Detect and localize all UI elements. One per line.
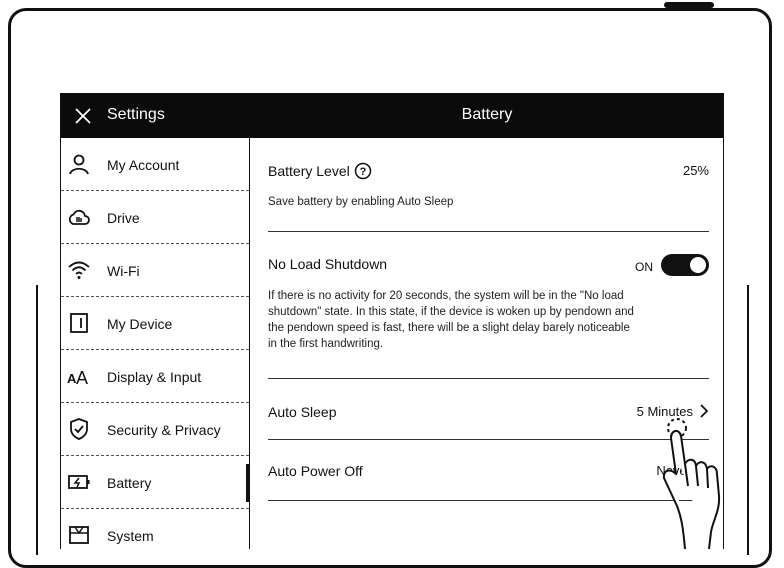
no-load-shutdown-title: No Load Shutdown bbox=[268, 256, 388, 272]
sidebar-item-label: Display & Input bbox=[107, 369, 202, 385]
sidebar-item-label: Drive bbox=[107, 210, 140, 226]
toggle-state-label: ON bbox=[635, 260, 653, 274]
sidebar-item-label: My Device bbox=[107, 316, 173, 332]
title-bar: Settings Battery bbox=[61, 94, 723, 138]
divider bbox=[268, 439, 709, 440]
divider bbox=[268, 231, 709, 232]
device-edge-left bbox=[36, 285, 38, 555]
battery-settings-panel: Battery Level ? 25% Save battery by enab… bbox=[250, 138, 723, 549]
toggle-knob bbox=[690, 257, 706, 273]
sidebar-item-my-device[interactable]: My Device bbox=[61, 297, 249, 350]
person-icon bbox=[69, 154, 89, 175]
device-icon bbox=[70, 313, 88, 333]
auto-sleep-title: Auto Sleep bbox=[268, 404, 337, 420]
settings-screen: Settings Battery My Account Drive Wi-Fi … bbox=[60, 93, 724, 549]
help-icon[interactable]: ? bbox=[354, 162, 372, 180]
settings-title: Settings bbox=[107, 106, 165, 123]
battery-level-description: Save battery by enabling Auto Sleep bbox=[268, 196, 454, 208]
sidebar-item-my-account[interactable]: My Account bbox=[61, 138, 249, 191]
divider bbox=[268, 378, 709, 379]
sidebar-item-drive[interactable]: Drive bbox=[61, 191, 249, 244]
svg-text:?: ? bbox=[359, 166, 366, 178]
auto-power-off-value: Never bbox=[656, 463, 691, 478]
sidebar-item-label: Wi-Fi bbox=[107, 263, 140, 279]
battery-icon bbox=[68, 475, 90, 489]
no-load-shutdown-toggle[interactable] bbox=[661, 254, 709, 276]
battery-level-value: 25% bbox=[682, 163, 709, 178]
system-icon bbox=[69, 526, 89, 544]
chevron-right-icon bbox=[700, 404, 709, 418]
no-load-shutdown-row: No Load Shutdown ON If there is no activ… bbox=[268, 254, 709, 364]
sidebar-item-security-privacy[interactable]: Security & Privacy bbox=[61, 403, 249, 456]
sidebar-item-label: Battery bbox=[107, 475, 152, 491]
sidebar-item-battery[interactable]: Battery bbox=[61, 456, 250, 509]
divider bbox=[268, 500, 709, 501]
auto-sleep-row[interactable]: Auto Sleep 5 Minutes bbox=[268, 401, 709, 431]
sidebar-item-label: Security & Privacy bbox=[107, 422, 221, 438]
battery-level-title: Battery Level ? bbox=[268, 162, 372, 180]
device-edge-right bbox=[747, 285, 749, 555]
auto-sleep-value: 5 Minutes bbox=[636, 404, 693, 419]
sidebar-item-system[interactable]: System bbox=[61, 509, 249, 549]
auto-sleep-value-wrap: 5 Minutes bbox=[637, 404, 709, 419]
no-load-shutdown-description: If there is no activity for 20 seconds, … bbox=[268, 290, 634, 350]
auto-power-off-title: Auto Power Off bbox=[268, 463, 363, 479]
svg-text:A: A bbox=[76, 368, 88, 388]
text-size-icon: A A bbox=[67, 368, 88, 388]
sidebar-item-label: My Account bbox=[107, 157, 180, 173]
auto-power-off-row[interactable]: Auto Power Off Never bbox=[268, 460, 709, 490]
page-title: Battery bbox=[461, 106, 513, 123]
power-button bbox=[664, 2, 714, 8]
battery-level-row: Battery Level ? 25% Save battery by enab… bbox=[268, 162, 709, 222]
sidebar: My Account Drive Wi-Fi My Device A A Dis… bbox=[61, 138, 250, 549]
sidebar-item-label: System bbox=[107, 528, 154, 544]
sidebar-item-display-input[interactable]: A A Display & Input bbox=[61, 350, 249, 403]
close-icon[interactable] bbox=[71, 104, 95, 128]
cloud-icon bbox=[68, 209, 90, 225]
wifi-icon bbox=[68, 261, 90, 279]
sidebar-item-wifi[interactable]: Wi-Fi bbox=[61, 244, 249, 297]
shield-icon bbox=[70, 418, 88, 440]
